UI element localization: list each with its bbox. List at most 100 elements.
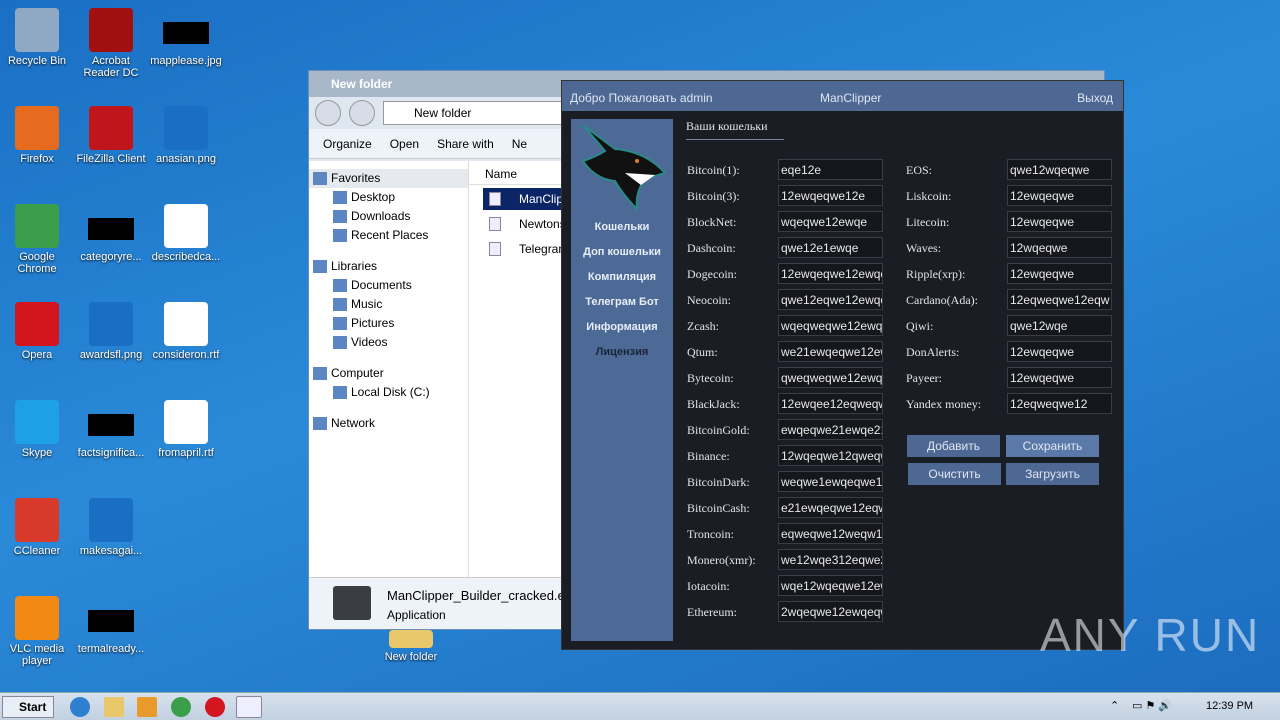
wallet-input[interactable]: ewqeqwe21ewqe21e [778, 419, 883, 440]
wallet-input[interactable]: 2wqeqwe12ewqeqwe [778, 601, 883, 622]
nav-item[interactable]: Favorites [309, 169, 468, 188]
start-button[interactable]: Start [2, 696, 54, 718]
wallet-input[interactable]: 12ewqeqwe12ewqe [778, 263, 883, 284]
new-folder-button[interactable]: Ne [512, 137, 527, 151]
details-filetype: Application [387, 608, 446, 622]
file-icon [88, 218, 134, 240]
wallet-input[interactable]: wqe12wqeqwe12ewq [778, 575, 883, 596]
nav-item[interactable]: Network [309, 414, 468, 433]
wallet-input[interactable]: eqe12e [778, 159, 883, 180]
back-button[interactable] [315, 100, 341, 126]
desktop-icon[interactable]: FileZilla Client [74, 106, 148, 165]
wallet-input[interactable]: we12wqe312eqwe21e [778, 549, 883, 570]
menu-item[interactable]: Телеграм Бот [571, 296, 673, 308]
nav-item[interactable]: Downloads [309, 207, 468, 226]
nav-item[interactable]: Pictures [309, 314, 468, 333]
wallet-input[interactable]: 12ewqeqwe [1007, 263, 1112, 284]
desktop-icon[interactable]: Recycle Bin [0, 8, 74, 67]
desktop-icon-label: categoryre... [80, 251, 142, 263]
desktop-icon[interactable]: termalready... [74, 596, 148, 655]
desktop-icon[interactable]: Acrobat Reader DC [74, 8, 148, 79]
explorer-taskbar-icon[interactable] [104, 697, 124, 717]
media-player-icon[interactable] [137, 697, 157, 717]
navigation-pane: Favorites Desktop Downloads Recent Places Li… [309, 161, 469, 577]
wallet-input[interactable]: 12wqeqwe12qweqwe [778, 445, 883, 466]
save-button[interactable]: Сохранить [1006, 435, 1099, 457]
chrome-icon[interactable] [171, 697, 191, 717]
wallet-input[interactable]: 12ewqeqwe [1007, 341, 1112, 362]
desktop-icon[interactable]: Opera [0, 302, 74, 361]
desktop-icon-label: Recycle Bin [7, 55, 67, 67]
wallet-input[interactable]: 12ewqeqwe [1007, 367, 1112, 388]
tray-icons[interactable]: ▭ ⚑ 🔊 [1132, 699, 1172, 712]
share-with-button[interactable]: Share with [437, 137, 494, 151]
manclipper-taskbar-icon[interactable] [236, 696, 262, 718]
wallet-input[interactable]: 12ewqeqwe [1007, 185, 1112, 206]
desktop-icon[interactable]: fromapril.rtf [149, 400, 223, 459]
wallet-label: Yandex money: [906, 396, 982, 411]
nav-item[interactable]: Local Disk (C:) [309, 383, 468, 402]
menu-item[interactable]: Кошельки [571, 221, 673, 233]
menu-item[interactable]: Доп кошельки [571, 246, 673, 258]
opera-icon[interactable] [205, 697, 225, 717]
desktop-icon[interactable]: describedca... [149, 204, 223, 263]
manclipper-window: Добро Пожаловать admin ManClipper Выход … [561, 80, 1124, 650]
wallet-input[interactable]: 12ewqee12eqweqwe [778, 393, 883, 414]
wallet-input[interactable]: wqeqwe12ewqe [778, 211, 883, 232]
load-button[interactable]: Загрузить [1006, 463, 1099, 485]
nav-item[interactable]: Desktop [309, 188, 468, 207]
nav-item[interactable]: Documents [309, 276, 468, 295]
ie-icon[interactable] [70, 697, 90, 717]
clear-button[interactable]: Очистить [908, 463, 1001, 485]
desktop-icon[interactable]: awardsfl.png [74, 302, 148, 361]
desktop-icon[interactable]: anasian.png [149, 106, 223, 165]
add-button[interactable]: Добавить [907, 435, 1000, 457]
forward-button[interactable] [349, 100, 375, 126]
desktop-icon[interactable]: mapplease.jpg [149, 8, 223, 67]
wallet-label: BlockNet: [687, 214, 737, 229]
desktop-icon[interactable]: consideron.rtf [149, 302, 223, 361]
wallet-input[interactable]: 12eqweqwe12eqw [1007, 289, 1112, 310]
wallet-input[interactable]: eqweqwe12weqw12e [778, 523, 883, 544]
file-row[interactable]: Newtonsoft [483, 213, 573, 235]
nav-item[interactable]: Computer [309, 364, 468, 383]
desktop-icon-new-folder[interactable]: New folder [374, 630, 448, 663]
file-row[interactable]: ManClipper [483, 188, 573, 210]
desktop-icon[interactable]: VLC media player [0, 596, 74, 667]
wallet-input[interactable]: 12ewqeqwe12e [778, 185, 883, 206]
wallet-input[interactable]: 12ewqeqwe [1007, 211, 1112, 232]
wallet-input[interactable]: qwe12wqe [1007, 315, 1112, 336]
nav-item[interactable]: Libraries [309, 257, 468, 276]
wallet-input[interactable]: qwe12e1ewqe [778, 237, 883, 258]
nav-item[interactable]: Videos [309, 333, 468, 352]
wallet-input[interactable]: qweqweqwe12ewqeq [778, 367, 883, 388]
desktop-icon[interactable]: categoryre... [74, 204, 148, 263]
nav-item[interactable]: Recent Places [309, 226, 468, 245]
clock[interactable]: 12:39 PM [1206, 700, 1253, 712]
menu-item[interactable]: Информация [571, 321, 673, 333]
tray-chevron-icon[interactable]: ⌃ [1110, 699, 1119, 712]
organize-button[interactable]: Organize [323, 137, 372, 151]
desktop-icon[interactable]: Firefox [0, 106, 74, 165]
menu-item[interactable]: Лицензия [571, 346, 673, 358]
menu-item[interactable]: Компиляция [571, 271, 673, 283]
wallet-input[interactable]: wqeqweqwe12ewqe [778, 315, 883, 336]
wallet-input[interactable]: weqwe1ewqeqwe12e [778, 471, 883, 492]
wallet-input[interactable]: qwe12wqeqwe [1007, 159, 1112, 180]
wallet-label: Qiwi: [906, 318, 934, 333]
wallet-input[interactable]: 12wqeqwe [1007, 237, 1112, 258]
wallet-input[interactable]: qwe12eqwe12ewqec [778, 289, 883, 310]
open-button[interactable]: Open [390, 137, 419, 151]
desktop-icon[interactable]: factsignifica... [74, 400, 148, 459]
wallet-input[interactable]: e21ewqeqwe12eqwe [778, 497, 883, 518]
wallet-input[interactable]: 12eqweqwe12 [1007, 393, 1112, 414]
nav-item[interactable]: Music [309, 295, 468, 314]
desktop-icon[interactable]: Skype [0, 400, 74, 459]
file-row[interactable]: Telegram.B [483, 238, 573, 260]
wallet-input[interactable]: we21ewqeqwe12ewq [778, 341, 883, 362]
desktop-icon[interactable]: makesagai... [74, 498, 148, 557]
nav-label: Libraries [331, 259, 378, 273]
desktop-icon[interactable]: Google Chrome [0, 204, 74, 275]
desktop-icon[interactable]: CCleaner [0, 498, 74, 557]
logout-button[interactable]: Выход [1077, 91, 1113, 105]
